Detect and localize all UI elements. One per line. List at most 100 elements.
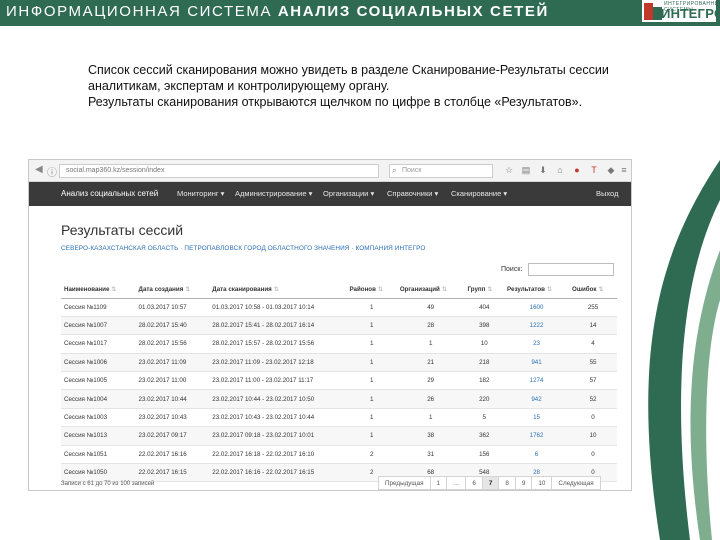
pocket-icon[interactable]: ● [572, 165, 582, 175]
logout-link[interactable]: Выход [596, 189, 618, 198]
pagination: Предыдущая 1 … 6 7 8 9 10 Следующая [378, 476, 601, 490]
cell-scanned: 23.02.2017 11:00 - 23.02.2017 11:17 [209, 371, 347, 391]
cell-groups: 182 [464, 371, 505, 391]
cell-created: 22.02.2017 16:15 [135, 463, 210, 483]
cell-created: 01.03.2017 10:57 [135, 298, 210, 317]
pagination-page-button[interactable]: 9 [514, 476, 533, 490]
table-row: Сессия №1003 23.02.2017 10:43 23.02.2017 1… [61, 408, 617, 428]
cell-districts: 1 [346, 426, 397, 446]
cell-districts: 2 [346, 445, 397, 465]
results-link[interactable]: 6 [504, 445, 570, 465]
app-navbar: Анализ социальных сетей Мониторинг ▾ Адм… [29, 182, 631, 206]
cell-scanned: 23.02.2017 10:43 - 23.02.2017 10:44 [209, 408, 347, 428]
pagination-page-button[interactable]: 6 [465, 476, 483, 490]
pagination-page-button[interactable]: 10 [531, 476, 553, 490]
cell-organizations: 38 [396, 426, 465, 446]
breadcrumb[interactable]: СЕВЕРО-КАЗАХСТАНСКАЯ ОБЛАСТЬ · ПЕТРОПАВЛ… [61, 245, 425, 252]
cell-districts: 1 [346, 408, 397, 428]
table-row: Сессия №1013 23.02.2017 09:17 23.02.2017 0… [61, 426, 617, 446]
sort-icon: ⇅ [273, 285, 279, 293]
column-header-label: Организаций [399, 285, 440, 293]
browser-search-input[interactable]: ⌕ Поиск [389, 164, 493, 178]
column-header-results[interactable]: Результатов ⇅ [504, 281, 570, 299]
cell-created: 22.02.2017 16:16 [135, 445, 210, 465]
results-link[interactable]: 1222 [504, 316, 570, 336]
back-arrow-icon[interactable]: ◀ [35, 164, 43, 175]
cell-scanned: 22.02.2017 16:18 - 22.02.2017 16:10 [209, 445, 347, 465]
cell-name: Сессия №1109 [61, 298, 136, 317]
header-band: ИНФОРМАЦИОННАЯ СИСТЕМА АНАЛИЗ СОЦИАЛЬНЫХ… [0, 0, 720, 26]
table-header-row: Наименование ⇅ Дата создания ⇅ Дата сканир… [61, 281, 617, 299]
pagination-page-active[interactable]: 7 [481, 476, 500, 490]
slide: ИНФОРМАЦИОННАЯ СИСТЕМА АНАЛИЗ СОЦИАЛЬНЫХ… [0, 0, 720, 540]
cell-groups: 5 [464, 408, 505, 428]
nav-brand[interactable]: Анализ социальных сетей [61, 189, 158, 198]
nav-organizations[interactable]: Организации ▾ [323, 189, 374, 198]
column-header-groups[interactable]: Групп ⇅ [464, 281, 505, 299]
column-header-scanned[interactable]: Дата сканирования ⇅ [209, 281, 347, 299]
results-link[interactable]: 941 [504, 353, 570, 373]
menu-icon[interactable]: ≡ [619, 165, 629, 175]
column-header-created[interactable]: Дата создания ⇅ [135, 281, 210, 299]
results-link[interactable]: 1600 [504, 298, 570, 317]
extension-t-icon[interactable]: T [589, 165, 599, 175]
cell-errors: 14 [569, 316, 617, 336]
results-link[interactable]: 1274 [504, 371, 570, 391]
results-link[interactable]: 23 [504, 334, 570, 354]
header-title-bold: АНАЛИЗ СОЦИАЛЬНЫХ СЕТЕЙ [277, 3, 549, 20]
column-header-label: Районов [349, 285, 376, 293]
cell-groups: 156 [464, 445, 505, 465]
nav-scanning[interactable]: Сканирование ▾ [451, 189, 507, 198]
table-search-input[interactable] [528, 263, 614, 276]
column-header-errors[interactable]: Ошибок ⇅ [569, 281, 617, 299]
cell-name: Сессия №1004 [61, 389, 136, 409]
cell-name: Сессия №1007 [61, 316, 136, 336]
nav-administration[interactable]: Администрирование ▾ [235, 189, 312, 198]
cell-districts: 1 [346, 316, 397, 336]
nav-monitoring[interactable]: Мониторинг ▾ [177, 189, 224, 198]
browser-toolbar: ◀ ⓘ social.map360.kz/session/index ⌕ Поис… [29, 160, 631, 182]
description-line-3: Результаты сканирования открываются щелч… [88, 95, 583, 109]
cell-organizations: 31 [396, 445, 465, 465]
pagination-next-button[interactable]: Следующая [551, 476, 601, 490]
column-header-label: Наименование [64, 285, 110, 293]
sort-icon: ⇅ [441, 285, 448, 293]
pagination-page-button[interactable]: 8 [498, 476, 516, 490]
integro-logo-mark-icon [644, 3, 662, 20]
star-icon[interactable]: ☆ [504, 165, 514, 175]
column-header-name[interactable]: Наименование ⇅ [61, 281, 136, 299]
address-bar[interactable]: social.map360.kz/session/index [59, 164, 379, 178]
info-icon[interactable]: ⓘ [47, 164, 57, 179]
cell-errors: 57 [569, 371, 617, 391]
table-row: Сессия №1051 22.02.2017 16:16 22.02.2017 1… [61, 445, 617, 465]
reading-list-icon[interactable]: ▤ [521, 165, 531, 175]
nav-references[interactable]: Справочники ▾ [387, 189, 438, 198]
results-link[interactable]: 1762 [504, 426, 570, 446]
cell-districts: 1 [346, 389, 397, 409]
cell-name: Сессия №1050 [61, 463, 136, 483]
sort-icon: ⇅ [377, 285, 384, 293]
search-icon: ⌕ [392, 166, 397, 175]
cell-name: Сессия №1005 [61, 371, 136, 391]
extension-icon[interactable]: ◆ [606, 165, 616, 175]
pagination-prev-button[interactable]: Предыдущая [378, 476, 431, 490]
table-row: Сессия №1005 23.02.2017 11:00 23.02.2017 1… [61, 371, 617, 391]
results-link[interactable]: 942 [504, 389, 570, 409]
cell-errors: 10 [569, 426, 617, 446]
cell-organizations: 1 [396, 334, 465, 354]
sessions-table: Наименование ⇅ Дата создания ⇅ Дата сканир… [61, 281, 617, 483]
cell-created: 23.02.2017 11:09 [135, 353, 210, 373]
results-link[interactable]: 15 [504, 408, 570, 428]
column-header-districts[interactable]: Районов ⇅ [346, 281, 397, 299]
cell-errors: 255 [569, 298, 617, 317]
cell-districts: 1 [346, 334, 397, 354]
sort-icon: ⇅ [598, 285, 604, 293]
column-header-organizations[interactable]: Организаций ⇅ [396, 281, 465, 299]
table-search-label: Поиск: [501, 266, 523, 273]
pagination-page-button[interactable]: 1 [429, 476, 448, 490]
browser-screenshot: ◀ ⓘ social.map360.kz/session/index ⌕ Поис… [28, 159, 632, 491]
cell-organizations: 21 [396, 353, 465, 373]
cell-organizations: 26 [396, 389, 465, 409]
download-icon[interactable]: ⬇ [538, 165, 548, 175]
home-icon[interactable]: ⌂ [555, 165, 565, 175]
